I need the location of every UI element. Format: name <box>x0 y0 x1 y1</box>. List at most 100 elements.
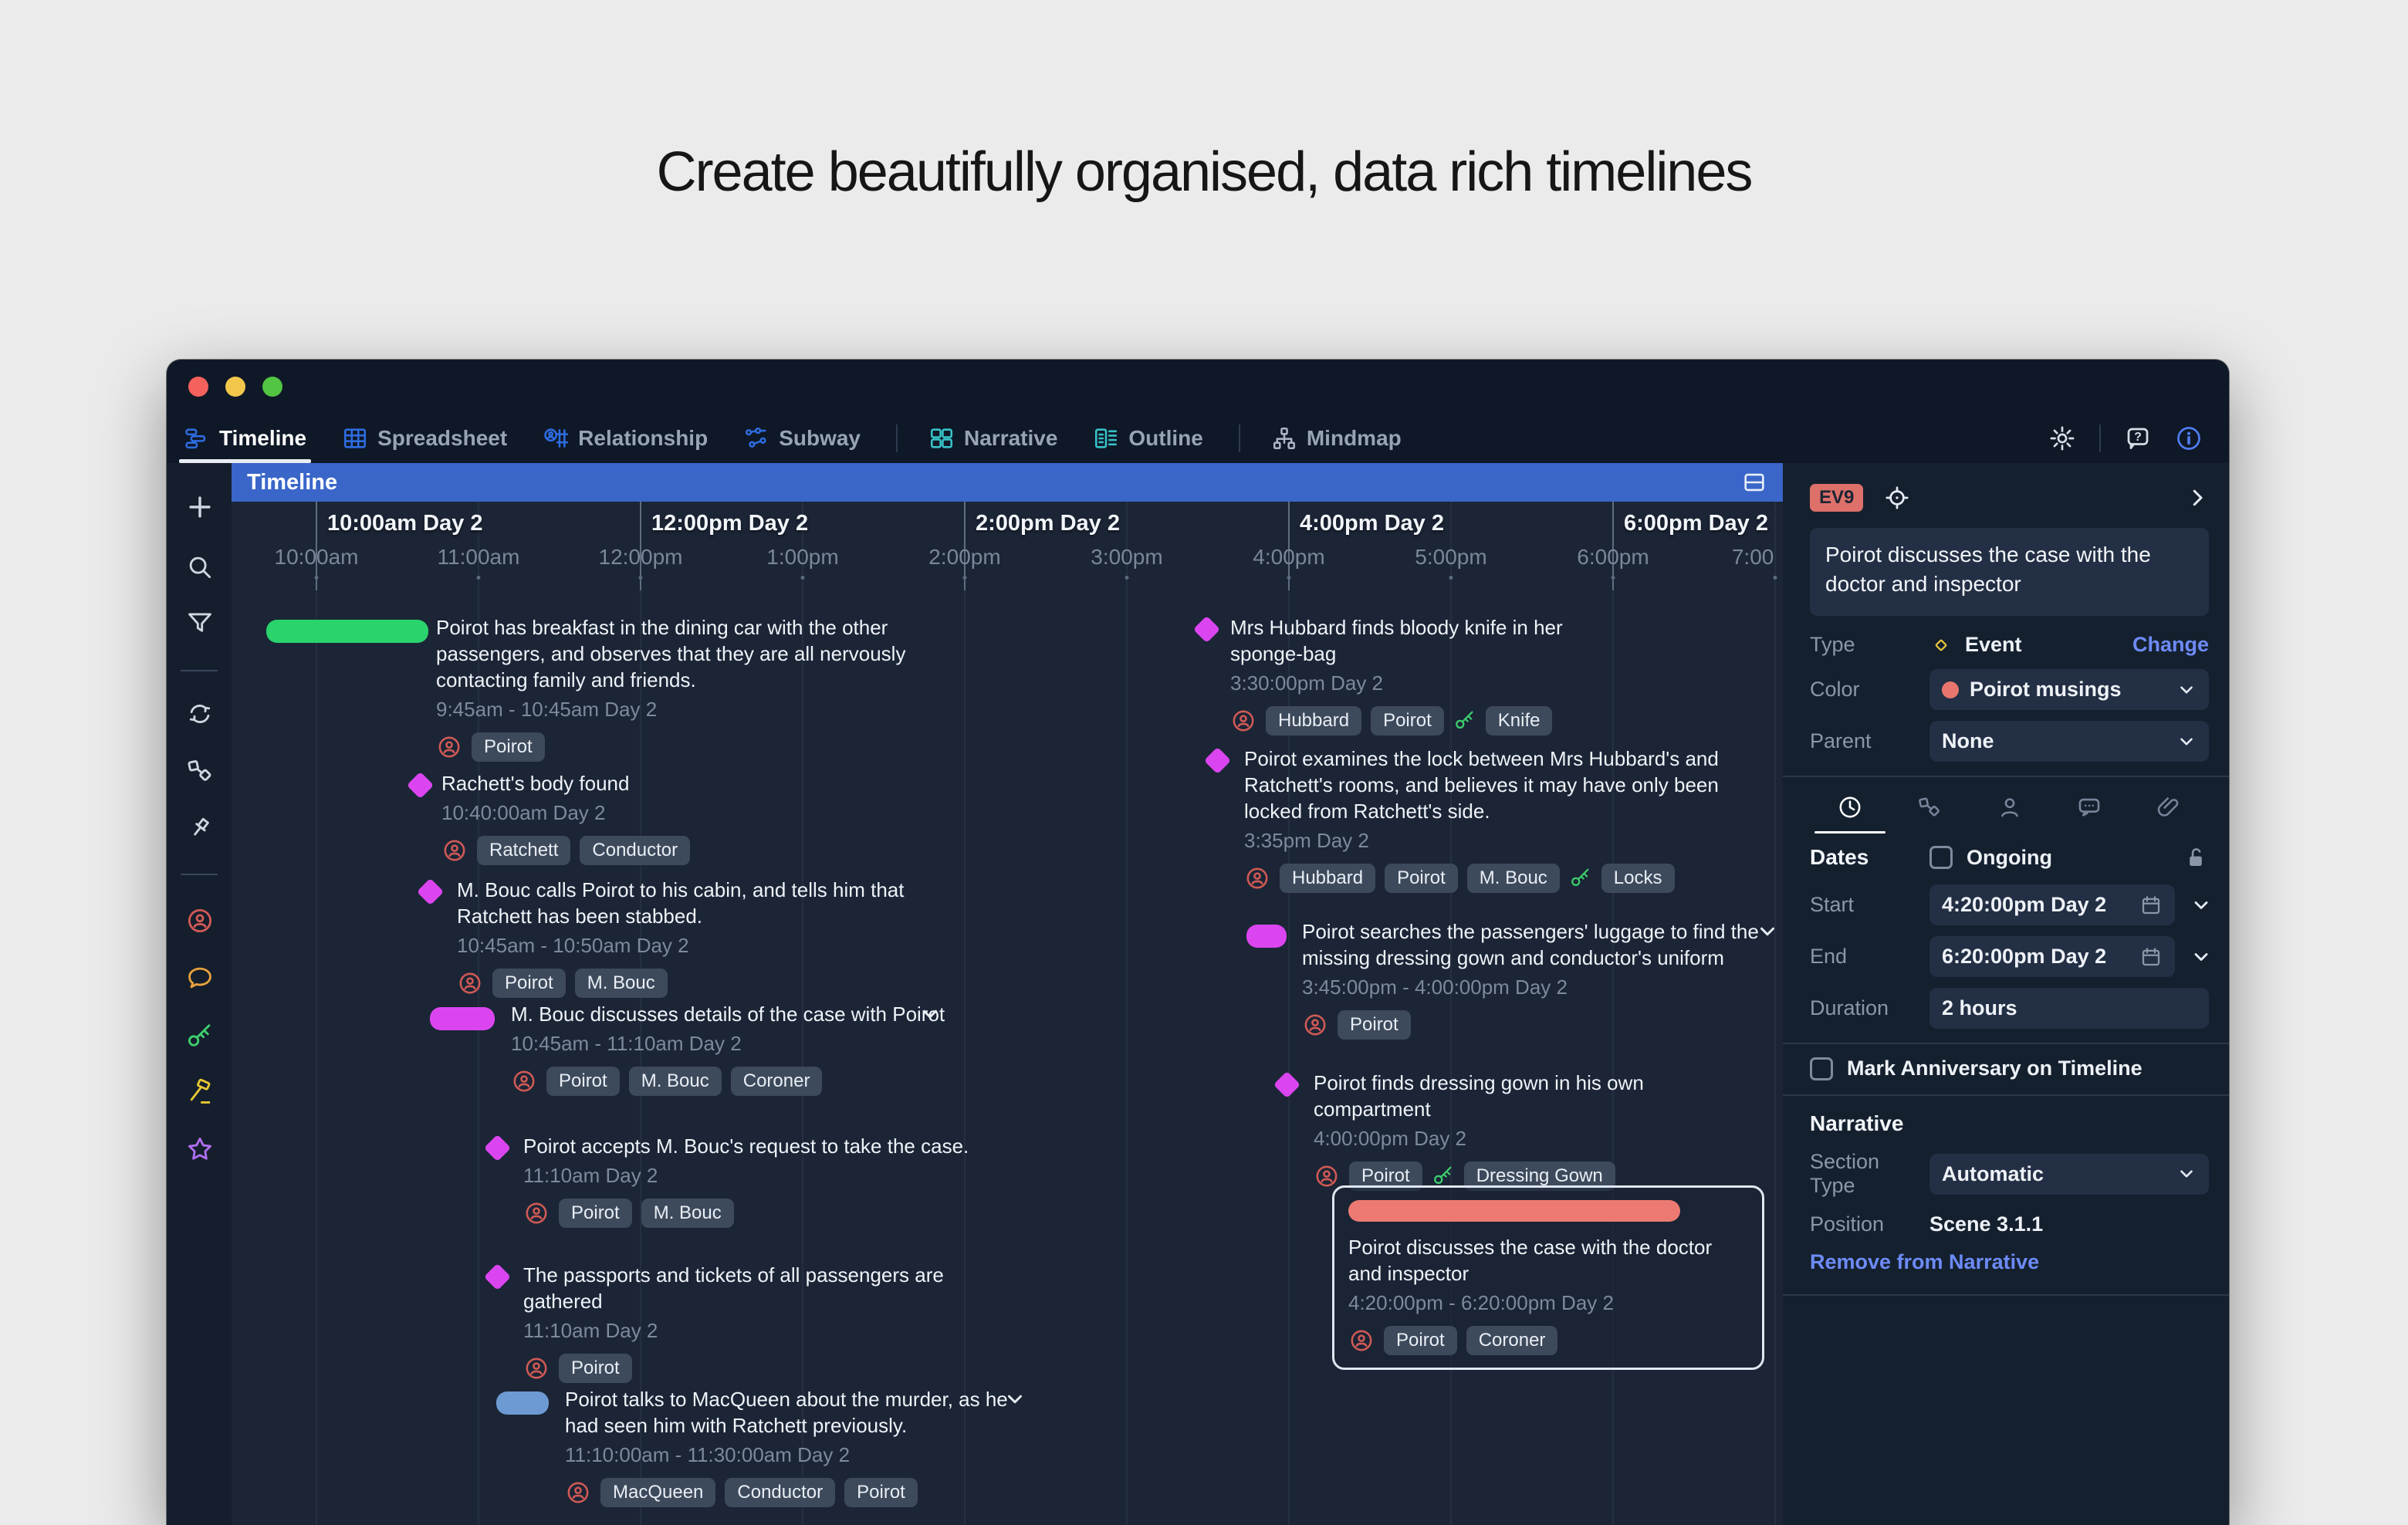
sidebar-shapes-icon[interactable] <box>185 756 215 786</box>
selected-event-card[interactable]: Poirot discusses the case with the docto… <box>1332 1185 1764 1370</box>
tag-chip[interactable]: Poirot <box>472 732 545 762</box>
close-window-button[interactable] <box>188 377 208 397</box>
expand-event-chevron-down-icon[interactable] <box>1756 920 1779 943</box>
event-diamond-marker[interactable] <box>1273 1071 1300 1098</box>
collapse-panel-chevron-right-icon[interactable] <box>2186 486 2209 509</box>
sidebar-flag-icon[interactable] <box>185 1077 215 1107</box>
anniversary-checkbox[interactable] <box>1810 1057 1833 1080</box>
ongoing-checkbox[interactable] <box>1929 846 1953 869</box>
settings-gear-icon[interactable] <box>2048 424 2076 452</box>
event-card[interactable]: Poirot accepts M. Bouc's request to take… <box>523 1133 1002 1228</box>
remove-from-narrative-link[interactable]: Remove from Narrative <box>1810 1250 2209 1274</box>
inspector-tab-shapes[interactable] <box>1889 783 1969 834</box>
tag-chip[interactable]: Poirot <box>1338 1010 1411 1040</box>
sidebar-sync-icon[interactable] <box>185 699 215 729</box>
sidebar-filter-icon[interactable] <box>185 608 215 637</box>
tag-chip[interactable]: Coroner <box>731 1067 823 1096</box>
nav-tab-narrative[interactable]: Narrative <box>928 414 1057 463</box>
change-type-link[interactable]: Change <box>2132 633 2209 657</box>
event-duration-bar[interactable] <box>496 1391 549 1415</box>
tag-chip[interactable]: Hubbard <box>1266 706 1361 735</box>
sidebar-chat-icon[interactable] <box>185 963 215 992</box>
event-diamond-marker[interactable] <box>1193 616 1220 643</box>
minimize-window-button[interactable] <box>225 377 245 397</box>
event-card[interactable]: Poirot examines the lock between Mrs Hub… <box>1244 746 1730 893</box>
inspector-tab-comments[interactable] <box>2049 783 2129 834</box>
calendar-icon[interactable] <box>2139 945 2163 969</box>
event-duration-bar[interactable] <box>266 620 428 643</box>
end-expand-chevron-down-icon[interactable] <box>2190 946 2212 968</box>
event-diamond-marker[interactable] <box>407 772 434 799</box>
tag-chip[interactable]: Locks <box>1601 864 1675 893</box>
zoom-window-button[interactable] <box>262 377 282 397</box>
parent-select[interactable]: None <box>1929 721 2209 762</box>
calendar-icon[interactable] <box>2139 894 2163 917</box>
nav-tab-spreadsheet[interactable]: Spreadsheet <box>342 414 507 463</box>
tag-chip[interactable]: Poirot <box>559 1354 632 1383</box>
color-select[interactable]: Poirot musings <box>1929 669 2209 710</box>
event-duration-bar[interactable] <box>1348 1200 1680 1222</box>
sidebar-search-icon[interactable] <box>185 553 215 582</box>
tag-chip[interactable]: Poirot <box>559 1199 632 1228</box>
tag-chip[interactable]: Poirot <box>1371 706 1444 735</box>
event-duration-bar[interactable] <box>430 1007 495 1030</box>
tag-row: Poirot <box>1302 1010 1783 1040</box>
tag-chip[interactable]: Hubbard <box>1280 864 1375 893</box>
event-card[interactable]: Poirot has breakfast in the dining car w… <box>436 614 945 762</box>
event-diamond-marker[interactable] <box>484 1263 511 1290</box>
event-card[interactable]: M. Bouc calls Poirot to his cabin, and t… <box>457 877 966 998</box>
event-card[interactable]: Rachett's body found10:40:00am Day 2Ratc… <box>441 770 773 865</box>
tag-chip[interactable]: Coroner <box>1466 1326 1558 1355</box>
sidebar-character-icon[interactable] <box>185 906 215 935</box>
nav-tab-timeline[interactable]: Timeline <box>184 414 306 463</box>
section-type-select[interactable]: Automatic <box>1929 1154 2209 1195</box>
duration-input[interactable]: 2 hours <box>1929 988 2209 1029</box>
tag-chip[interactable]: Poirot <box>546 1067 620 1096</box>
lock-open-icon[interactable] <box>2183 844 2209 871</box>
event-card[interactable]: Poirot talks to MacQueen about the murde… <box>565 1386 1043 1507</box>
event-card[interactable]: Poirot searches the passengers' luggage … <box>1302 918 1783 1040</box>
tag-chip[interactable]: M. Bouc <box>629 1067 722 1096</box>
tag-chip[interactable]: MacQueen <box>600 1478 715 1507</box>
expand-event-chevron-down-icon[interactable] <box>918 1003 942 1026</box>
info-icon[interactable] <box>2175 424 2203 452</box>
tag-chip[interactable]: Poirot <box>492 969 566 998</box>
event-card[interactable]: Poirot finds dressing gown in his own co… <box>1314 1070 1715 1191</box>
inspector-tab-clock[interactable] <box>1810 783 1889 834</box>
nav-tab-outline[interactable]: Outline <box>1093 414 1202 463</box>
tag-chip[interactable]: Poirot <box>1384 1326 1457 1355</box>
help-icon[interactable]: ? <box>2124 424 2152 452</box>
start-date-input[interactable]: 4:20:00pm Day 2 <box>1929 884 2175 925</box>
tag-chip[interactable]: M. Bouc <box>1467 864 1560 893</box>
tag-chip[interactable]: M. Bouc <box>575 969 668 998</box>
sidebar-key-icon[interactable] <box>185 1022 215 1051</box>
tag-chip[interactable]: Poirot <box>844 1478 918 1507</box>
locate-crosshair-icon[interactable] <box>1883 484 1911 512</box>
event-title-input[interactable]: Poirot discusses the case with the docto… <box>1810 528 2209 616</box>
start-expand-chevron-down-icon[interactable] <box>2190 894 2212 916</box>
event-diamond-marker[interactable] <box>484 1134 511 1162</box>
tag-chip[interactable]: M. Bouc <box>641 1199 734 1228</box>
tag-chip[interactable]: Conductor <box>580 836 690 865</box>
event-card[interactable]: The passports and tickets of all passeng… <box>523 1262 1017 1383</box>
inspector-tab-person[interactable] <box>1970 783 2049 834</box>
split-view-icon[interactable] <box>1741 469 1767 495</box>
nav-tab-mindmap[interactable]: Mindmap <box>1271 414 1402 463</box>
sidebar-pin-icon[interactable] <box>185 813 215 843</box>
nav-tab-subway[interactable]: Subway <box>743 414 861 463</box>
tag-chip[interactable]: Conductor <box>725 1478 835 1507</box>
sidebar-plus-icon[interactable] <box>185 492 215 522</box>
inspector-tab-attachment[interactable] <box>2129 783 2209 834</box>
nav-tab-relationship[interactable]: Relationship <box>543 414 708 463</box>
sidebar-star-icon[interactable] <box>185 1134 215 1164</box>
tag-chip[interactable]: Ratchett <box>477 836 570 865</box>
event-diamond-marker[interactable] <box>417 878 444 905</box>
expand-event-chevron-down-icon[interactable] <box>1003 1388 1026 1411</box>
end-date-input[interactable]: 6:20:00pm Day 2 <box>1929 936 2175 977</box>
event-card[interactable]: M. Bouc discusses details of the case wi… <box>511 1001 959 1096</box>
tag-chip[interactable]: Knife <box>1486 706 1553 735</box>
event-card[interactable]: Mrs Hubbard finds bloody knife in her sp… <box>1230 614 1632 735</box>
event-diamond-marker[interactable] <box>1204 747 1231 774</box>
event-duration-bar[interactable] <box>1246 925 1287 948</box>
tag-chip[interactable]: Poirot <box>1385 864 1458 893</box>
